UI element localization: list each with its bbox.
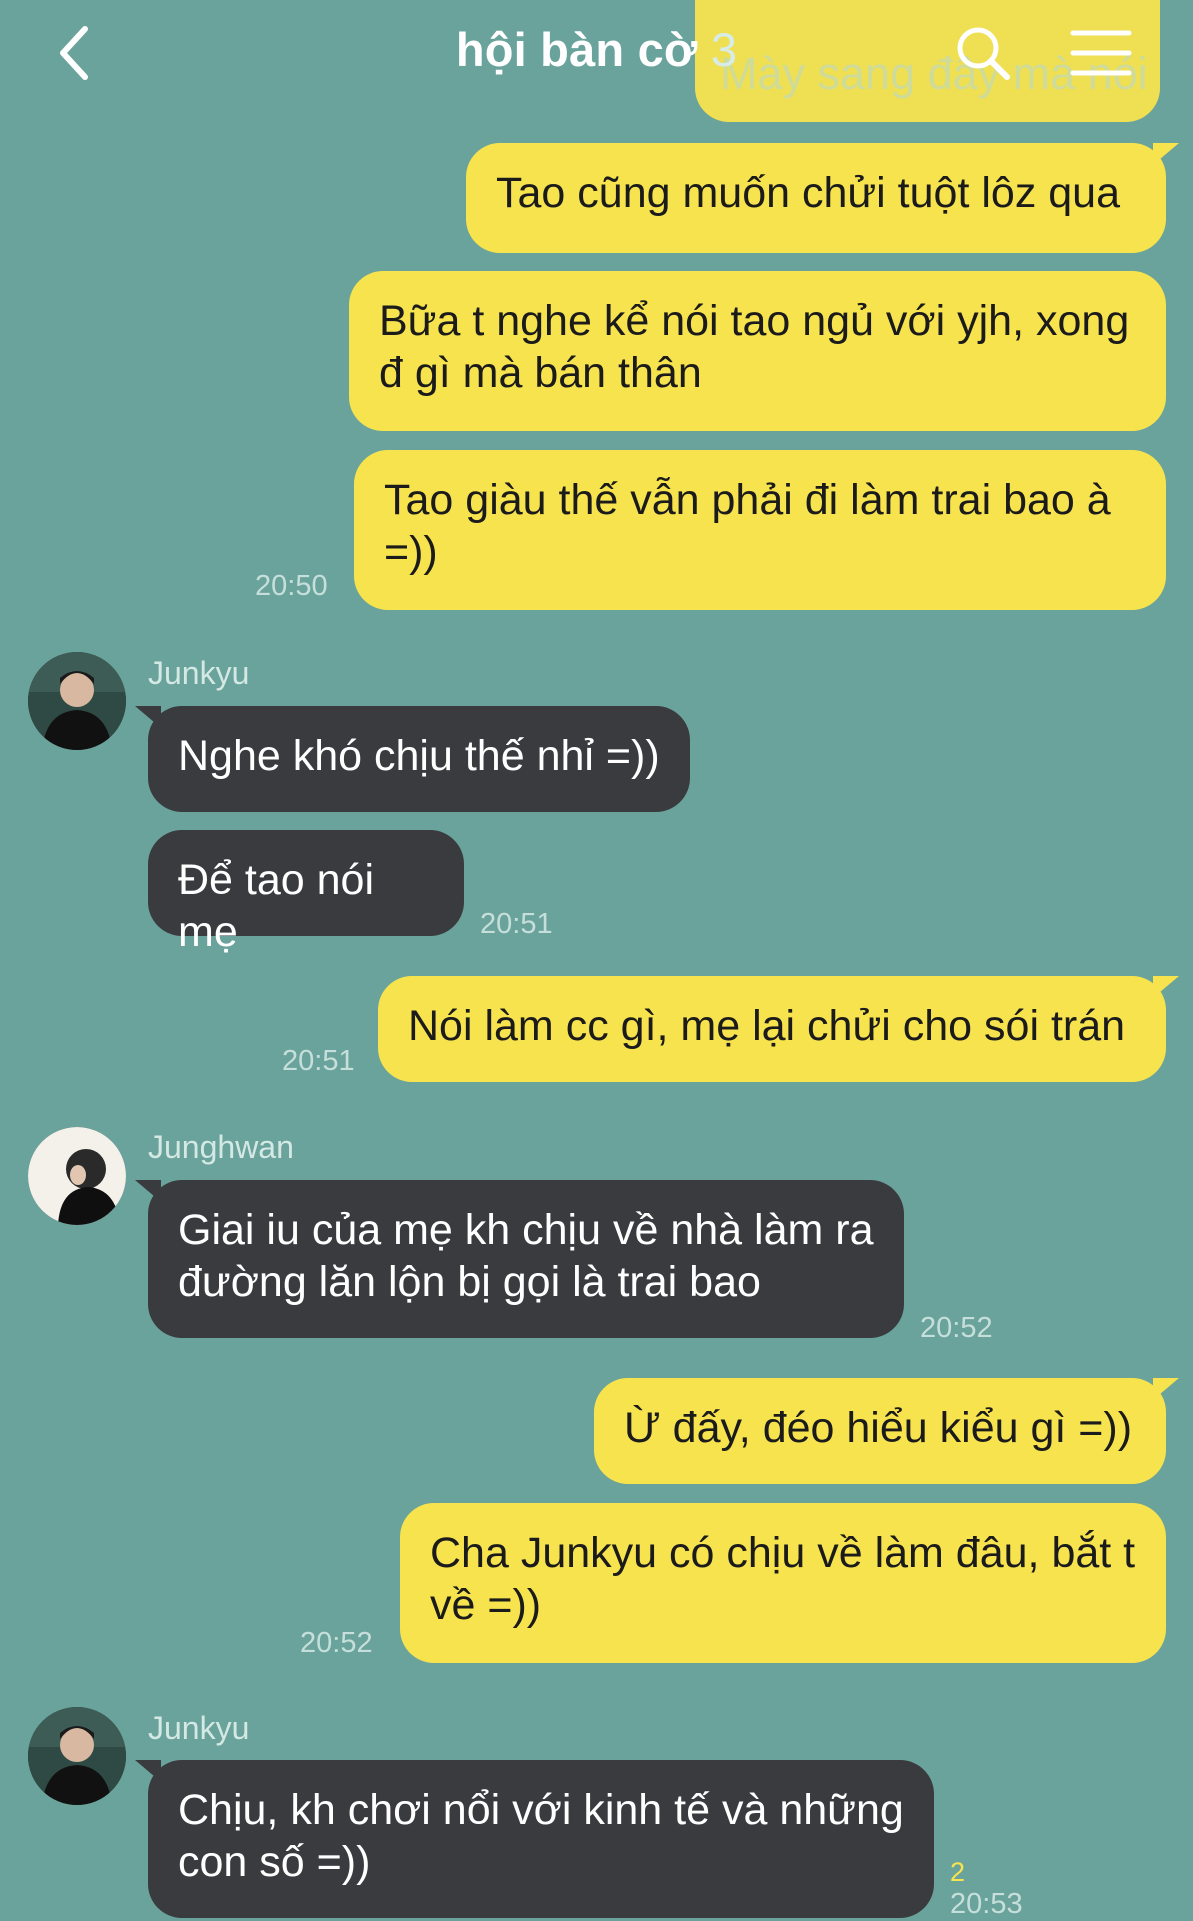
avatar-junkyu[interactable] xyxy=(28,1707,126,1805)
bubble-tail xyxy=(135,1180,161,1202)
outgoing-message[interactable]: Ừ đấy, đéo hiểu kiểu gì =)) xyxy=(594,1378,1179,1484)
bubble-tail xyxy=(135,1760,161,1782)
chat-title-text: hội bàn cờ xyxy=(455,23,698,76)
sender-name: Junkyu xyxy=(148,655,250,691)
message-time: 20:53 xyxy=(950,1888,1023,1920)
sender-name: Junghwan xyxy=(148,1129,294,1165)
incoming-message[interactable]: Để tao nói mẹ xyxy=(148,830,464,956)
message-text: Chịu, kh chơi nổi với kinh tế và những c… xyxy=(178,1786,904,1886)
avatar-junkyu[interactable] xyxy=(28,652,126,750)
message-text: Cha Junkyu có chịu về làm đâu, bắt t về … xyxy=(430,1529,1136,1629)
message-text: Giai iu của mẹ kh chịu về nhà làm ra đườ… xyxy=(178,1206,874,1306)
unread-count: 2 xyxy=(950,1857,966,1887)
bubble-tail xyxy=(1153,143,1179,165)
outgoing-message[interactable]: Cha Junkyu có chịu về làm đâu, bắt t về … xyxy=(400,1503,1166,1663)
sender-name: Junkyu xyxy=(148,1710,250,1746)
message-time: 20:52 xyxy=(300,1627,373,1659)
outgoing-message[interactable]: Bữa t nghe kể nói tao ngủ với yjh, xong … xyxy=(349,271,1166,431)
message-time: 20:52 xyxy=(920,1312,993,1344)
message-text: Ừ đấy, đéo hiểu kiểu gì =)) xyxy=(624,1404,1133,1452)
outgoing-message[interactable]: Tao giàu thế vẫn phải đi làm trai bao à … xyxy=(354,450,1166,610)
outgoing-message[interactable]: Tao cũng muốn chửi tuột lôz qua xyxy=(466,143,1179,253)
search-button[interactable] xyxy=(948,18,1018,88)
outgoing-message[interactable]: Nói làm cc gì, mẹ lại chửi cho sói trán xyxy=(378,976,1179,1082)
message-text: Bữa t nghe kể nói tao ngủ với yjh, xong … xyxy=(379,297,1130,397)
message-text: Để tao nói mẹ xyxy=(178,856,375,956)
avatar-junghwan[interactable] xyxy=(28,1127,126,1225)
incoming-message[interactable]: Nghe khó chịu thế nhỉ =)) xyxy=(135,706,690,812)
message-text: Tao cũng muốn chửi tuột lôz qua xyxy=(496,169,1121,217)
menu-button[interactable] xyxy=(1066,18,1136,88)
member-count: 3 xyxy=(710,23,738,76)
bubble-tail xyxy=(1153,976,1179,998)
incoming-message[interactable]: Chịu, kh chơi nổi với kinh tế và những c… xyxy=(135,1760,934,1918)
bubble-tail xyxy=(1153,1378,1179,1400)
message-text: Nghe khó chịu thế nhỉ =)) xyxy=(178,732,660,780)
message-time: 20:50 xyxy=(255,570,328,602)
message-text: Tao giàu thế vẫn phải đi làm trai bao à … xyxy=(384,476,1111,576)
message-time: 20:51 xyxy=(282,1045,355,1077)
menu-icon xyxy=(1070,30,1132,76)
bubble-tail xyxy=(135,706,161,728)
search-icon xyxy=(957,27,1010,80)
incoming-message[interactable]: Giai iu của mẹ kh chịu về nhà làm ra đườ… xyxy=(135,1180,904,1338)
message-text: Nói làm cc gì, mẹ lại chửi cho sói trán xyxy=(408,1002,1126,1050)
message-time: 20:51 xyxy=(480,908,553,940)
